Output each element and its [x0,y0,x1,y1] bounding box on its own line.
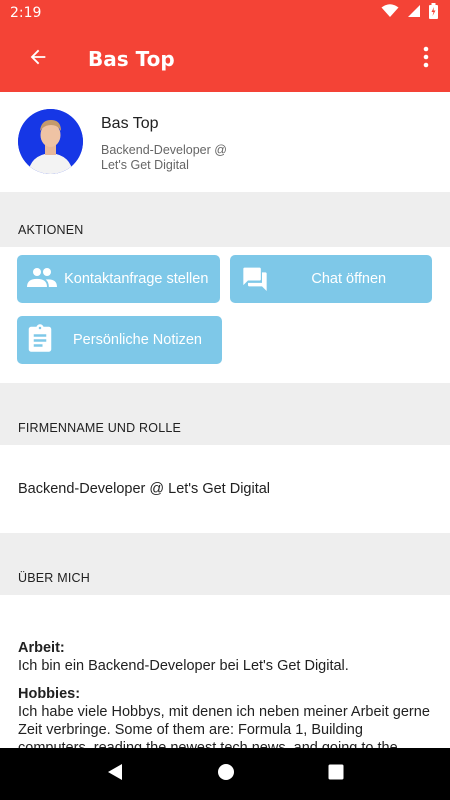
profile-header: Bas Top Backend-Developer @ Let's Get Di… [0,92,450,192]
more-vert-icon [423,46,429,73]
contact-request-button[interactable]: Kontaktanfrage stellen [17,255,220,303]
nav-recents-icon[interactable] [328,764,344,785]
status-bar: 2:19 [0,0,450,26]
signal-icon [407,4,421,23]
chat-icon [240,263,270,295]
actions-panel: Kontaktanfrage stellen Chat öffnen Persö… [0,247,450,383]
profile-name: Bas Top [101,115,159,132]
people-icon [27,266,57,292]
open-chat-button[interactable]: Chat öffnen [229,255,432,303]
personal-notes-button[interactable]: Persönliche Notizen [17,316,222,364]
hobbies-text: Ich habe viele Hobbys, mit denen ich neb… [18,704,430,748]
work-text: Ich bin ein Backend-Developer bei Let's … [18,658,349,674]
company-role-text: Backend-Developer @ Let's Get Digital [0,445,450,533]
clipboard-icon [27,323,53,357]
system-navigation-bar [0,748,450,800]
wifi-icon [381,3,399,23]
app-bar: Bas Top [0,26,450,92]
back-arrow-icon [27,46,49,73]
nav-home-icon[interactable] [217,763,235,786]
status-icons [381,2,438,24]
nav-back-icon[interactable] [106,763,124,786]
work-label: Arbeit: [18,640,65,656]
section-header-actions: AKTIONEN [0,192,450,247]
about-me-section: Arbeit: Ich bin ein Backend-Developer be… [0,595,450,748]
profile-role: Backend-Developer @ Let's Get Digital [101,143,227,172]
section-header-company: FIRMENNAME UND ROLLE [0,383,450,445]
hobbies-label: Hobbies: [18,686,81,702]
back-button[interactable] [10,31,66,87]
section-header-about: ÜBER MICH [0,533,450,595]
profile-content[interactable]: Bas Top Backend-Developer @ Let's Get Di… [0,92,450,748]
overflow-menu-button[interactable] [406,35,446,83]
status-time: 2:19 [10,5,42,21]
battery-icon [429,2,438,24]
avatar [18,109,83,174]
page-title: Bas Top [88,47,175,71]
